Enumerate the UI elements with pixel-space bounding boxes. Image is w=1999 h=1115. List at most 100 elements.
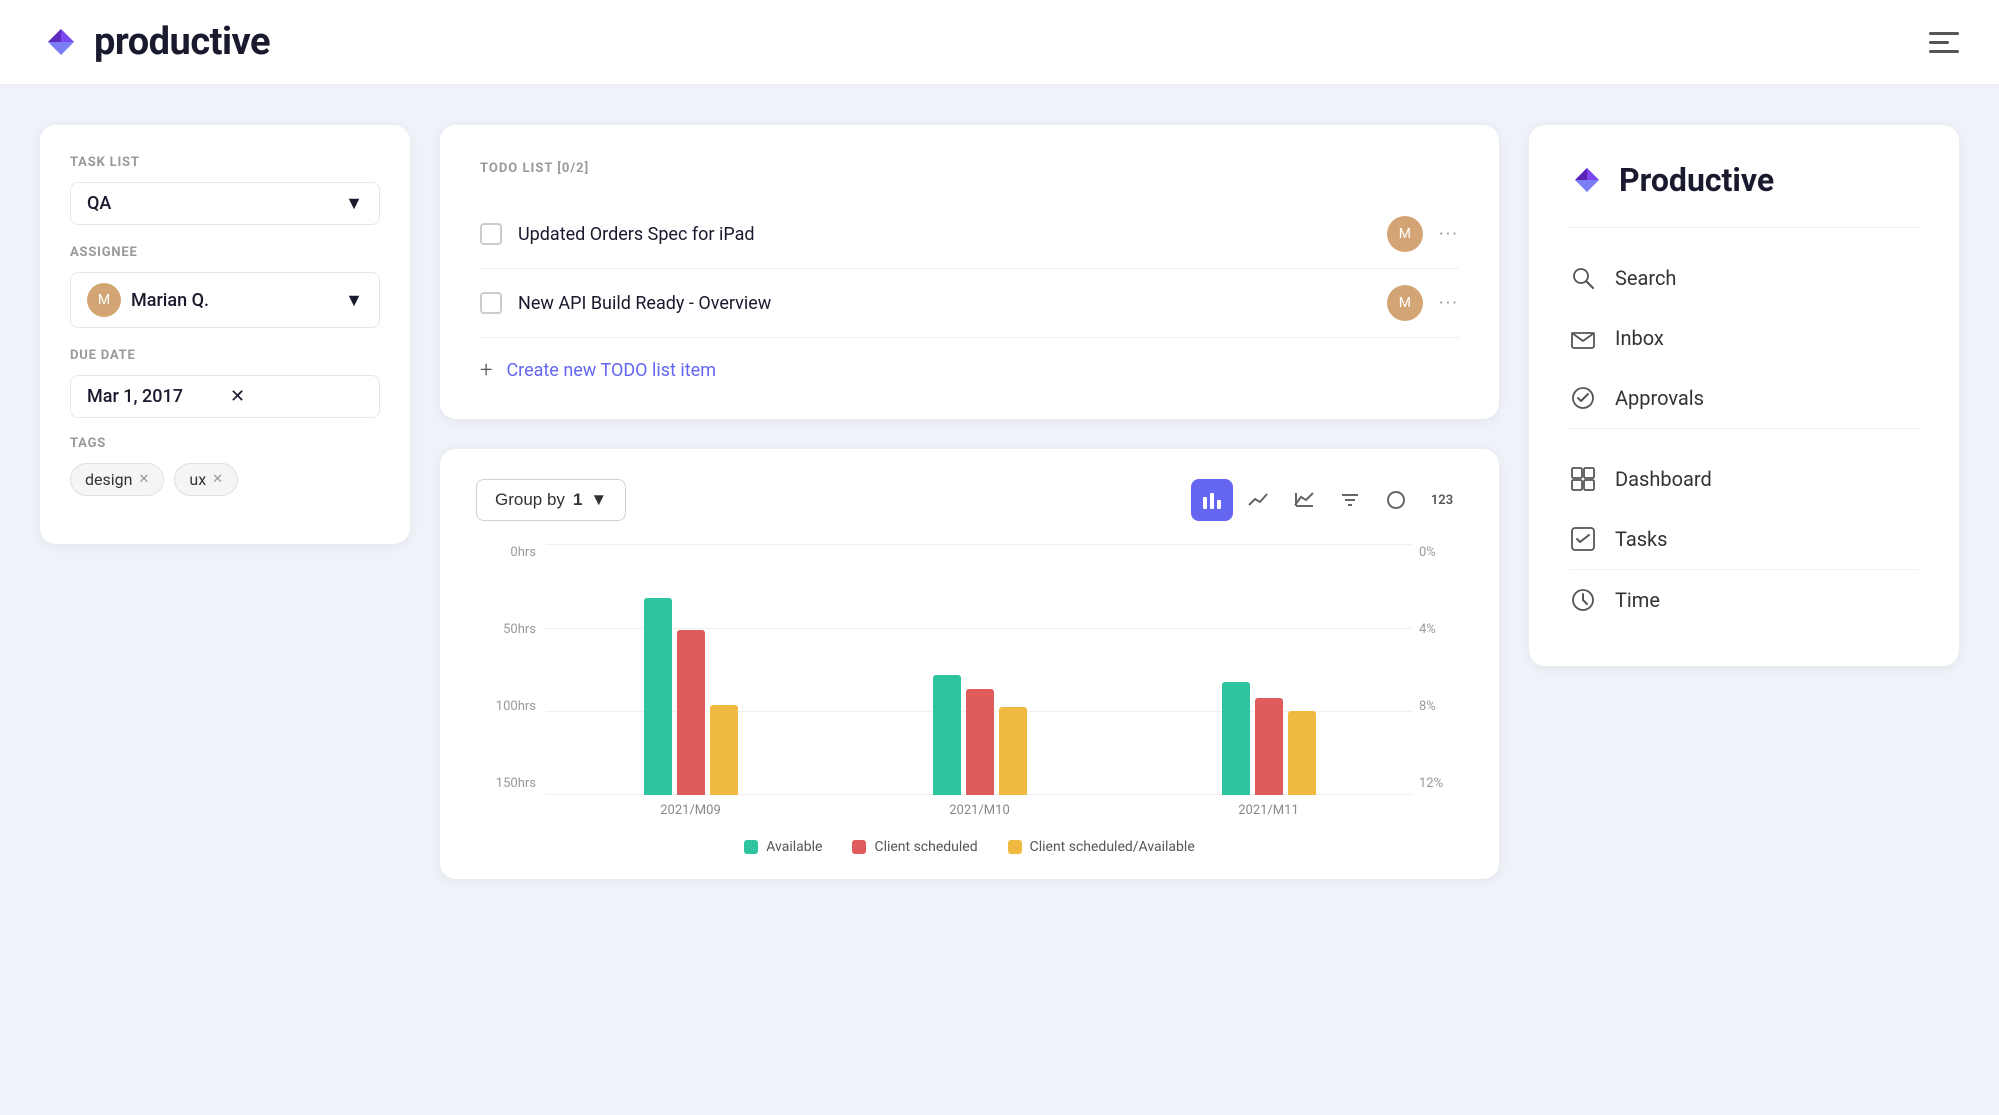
y-label-right-8: 8%	[1413, 699, 1463, 714]
clear-due-date-button[interactable]: ✕	[230, 386, 363, 407]
task-filter-card: TASK LIST QA ▼ ASSIGNEE M Marian Q. ▼ DU…	[40, 125, 410, 544]
group-by-label: Group by	[495, 490, 565, 510]
assignee-field: ASSIGNEE M Marian Q. ▼	[70, 245, 380, 328]
sidebar-logo-icon	[1569, 162, 1605, 198]
legend-dot-available	[744, 840, 758, 854]
legend-label-client-available: Client scheduled/Available	[1030, 839, 1195, 855]
avatar: M	[87, 283, 121, 317]
y-axis-right: 12% 8% 4% 0%	[1413, 545, 1463, 795]
chevron-down-icon: ▼	[345, 290, 363, 311]
due-date-value: Mar 1, 2017	[87, 386, 220, 407]
legend-dot-client-available	[1008, 840, 1022, 854]
x-label-10: 2021/M10	[835, 803, 1124, 818]
y-axis-left: 150hrs 100hrs 50hrs 0hrs	[476, 545, 546, 795]
todo-item-1-text: Updated Orders Spec for iPad	[518, 224, 1371, 245]
group-by-button[interactable]: Group by 1 ▼	[476, 479, 626, 521]
circle-chart-icon-button[interactable]	[1375, 479, 1417, 521]
chart-card: Group by 1 ▼	[440, 449, 1499, 879]
sidebar-item-tasks[interactable]: Tasks	[1569, 509, 1919, 569]
logo-icon	[40, 21, 82, 63]
sidebar-item-search-label: Search	[1615, 266, 1676, 290]
area-chart-icon-button[interactable]	[1283, 479, 1325, 521]
legend-available: Available	[744, 839, 822, 855]
approvals-icon	[1569, 384, 1597, 412]
chevron-down-icon: ▼	[590, 490, 607, 510]
app-title: productive	[94, 20, 270, 64]
task-list-dropdown[interactable]: QA ▼	[70, 182, 380, 225]
bar-client-scheduled-10	[966, 689, 994, 795]
todo-more-menu-2[interactable]: ···	[1439, 293, 1459, 314]
month-group-11	[1124, 545, 1413, 795]
circle-icon	[1385, 489, 1407, 511]
bars-row-11	[1222, 569, 1316, 795]
todo-avatar-1: M	[1387, 216, 1423, 252]
main-content: TASK LIST QA ▼ ASSIGNEE M Marian Q. ▼ DU…	[0, 85, 1999, 1115]
sidebar-header: Productive	[1569, 161, 1919, 199]
filter-icon-button[interactable]	[1329, 479, 1371, 521]
sidebar-item-approvals-label: Approvals	[1615, 386, 1704, 410]
legend-client-available: Client scheduled/Available	[1008, 839, 1195, 855]
x-label-09: 2021/M09	[546, 803, 835, 818]
y-label-right-4: 4%	[1413, 622, 1463, 637]
top-navigation: productive	[0, 0, 1999, 85]
line-chart-icon-button[interactable]	[1237, 479, 1279, 521]
create-todo-button[interactable]: + Create new TODO list item	[480, 338, 1459, 383]
tag-design: design ✕	[70, 463, 164, 496]
bars-row-09	[644, 569, 738, 795]
bar-client-available-10	[999, 707, 1027, 795]
todo-avatar-2: M	[1387, 285, 1423, 321]
sidebar-item-time[interactable]: Time	[1569, 569, 1919, 630]
legend-label-available: Available	[766, 839, 822, 855]
todo-list-title: TODO LIST [0/2]	[480, 161, 1459, 176]
y-label-150: 150hrs	[476, 776, 546, 791]
bar-chart-icon-button[interactable]	[1191, 479, 1233, 521]
area-chart-icon	[1293, 489, 1315, 511]
legend-label-client-scheduled: Client scheduled	[874, 839, 977, 855]
bar-available-09	[644, 598, 672, 795]
sidebar-item-time-label: Time	[1615, 588, 1660, 612]
todo-more-menu-1[interactable]: ···	[1439, 224, 1459, 245]
y-label-right-12: 12%	[1413, 776, 1463, 791]
y-label-0: 0hrs	[476, 545, 546, 560]
todo-item-1: Updated Orders Spec for iPad M ···	[480, 200, 1459, 269]
tags-label: TAGS	[70, 436, 380, 451]
logo-area: productive	[40, 20, 270, 64]
chart-type-icons: 123	[1191, 479, 1463, 521]
remove-tag-ux-button[interactable]: ✕	[212, 472, 223, 487]
todo-list-card: TODO LIST [0/2] Updated Orders Spec for …	[440, 125, 1499, 419]
todo-checkbox-1[interactable]	[480, 223, 502, 245]
sidebar-item-tasks-label: Tasks	[1615, 527, 1668, 551]
number-view-icon-button[interactable]: 123	[1421, 479, 1463, 521]
hamburger-menu[interactable]	[1929, 32, 1959, 53]
task-list-value: QA	[87, 193, 111, 214]
line-chart-icon	[1247, 489, 1269, 511]
assignee-name: Marian Q.	[131, 290, 209, 311]
todo-item-2: New API Build Ready - Overview M ···	[480, 269, 1459, 338]
bar-client-scheduled-09	[677, 630, 705, 795]
due-date-input[interactable]: Mar 1, 2017 ✕	[70, 375, 380, 418]
sidebar-divider-2	[1569, 428, 1919, 429]
bar-available-10	[933, 675, 961, 795]
bar-client-available-09	[710, 705, 738, 795]
sidebar-item-search[interactable]: Search	[1569, 248, 1919, 308]
sidebar-item-dashboard[interactable]: Dashboard	[1569, 449, 1919, 509]
x-label-11: 2021/M11	[1124, 803, 1413, 818]
x-axis-labels: 2021/M09 2021/M10 2021/M11	[546, 795, 1413, 825]
group-by-num: 1	[573, 490, 582, 510]
chart-toolbar: Group by 1 ▼	[476, 479, 1463, 521]
sidebar-item-inbox[interactable]: Inbox	[1569, 308, 1919, 368]
sidebar-item-inbox-label: Inbox	[1615, 326, 1664, 350]
inbox-icon	[1569, 324, 1597, 352]
task-list-label: TASK LIST	[70, 155, 380, 170]
remove-tag-design-button[interactable]: ✕	[138, 472, 149, 487]
legend-dot-client-scheduled	[852, 840, 866, 854]
sidebar-item-approvals[interactable]: Approvals	[1569, 368, 1919, 428]
chart-legend: Available Client scheduled Client schedu…	[476, 839, 1463, 855]
create-todo-link[interactable]: Create new TODO list item	[506, 360, 716, 381]
due-date-field: DUE DATE Mar 1, 2017 ✕	[70, 348, 380, 418]
time-icon	[1569, 586, 1597, 614]
assignee-dropdown[interactable]: M Marian Q. ▼	[70, 272, 380, 328]
right-sidebar: Productive Search Inbox Approvals	[1529, 125, 1959, 666]
bar-client-scheduled-11	[1255, 698, 1283, 795]
todo-checkbox-2[interactable]	[480, 292, 502, 314]
